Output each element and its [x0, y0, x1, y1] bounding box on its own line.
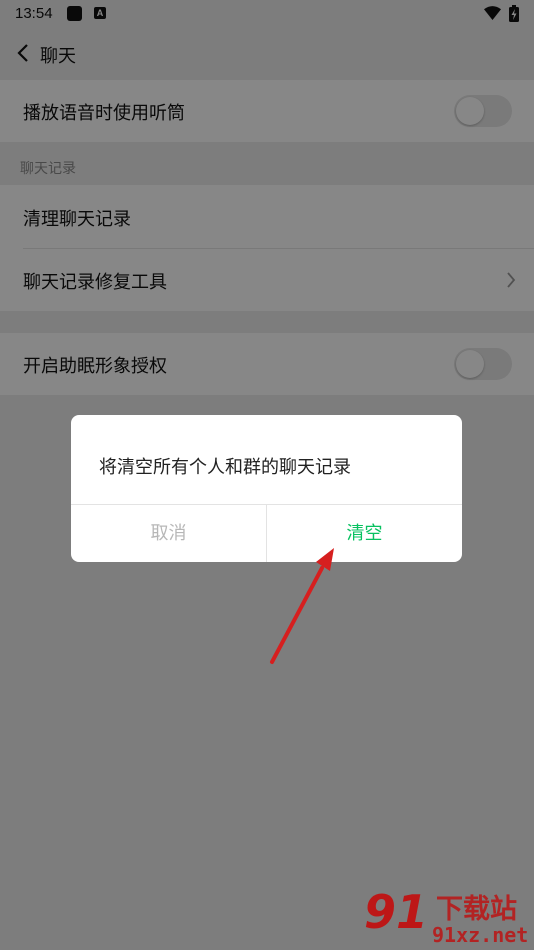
watermark-logo-mark: 91 — [364, 885, 429, 939]
annotation-arrow-icon — [270, 548, 334, 664]
watermark-logo: 91 下载站 91xz.net — [364, 885, 534, 950]
watermark-url: 91xz.net — [432, 923, 529, 947]
watermark-site-name: 下载站 — [436, 894, 517, 925]
